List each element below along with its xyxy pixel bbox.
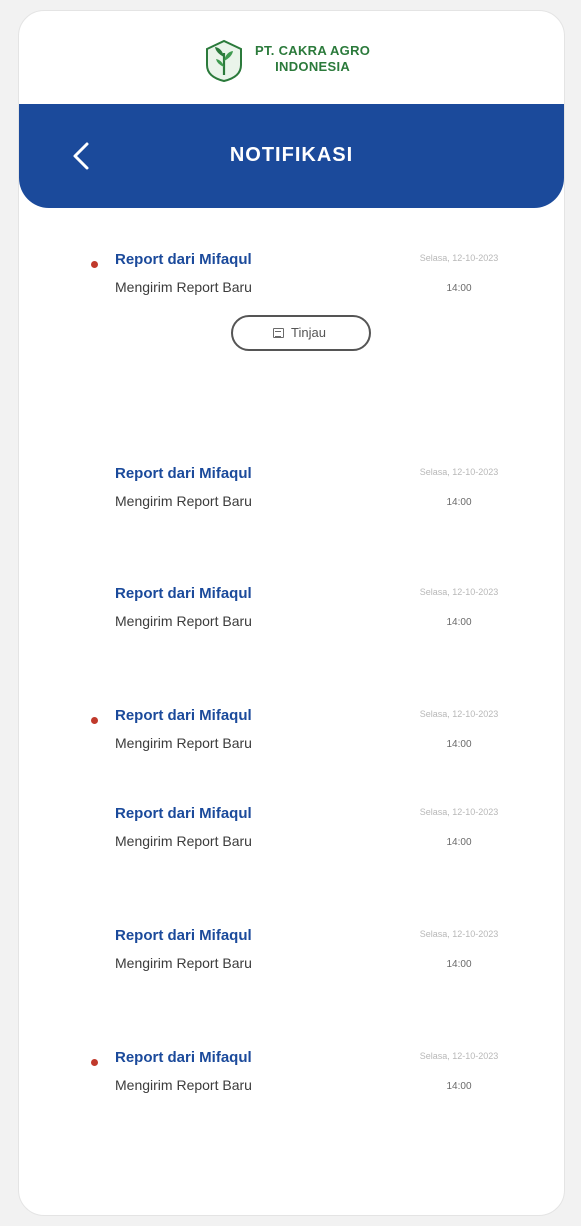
notification-date: Selasa, 12-10-2023 (419, 709, 499, 719)
notification-item[interactable]: Report dari Mifaqul Mengirim Report Baru S… (19, 583, 564, 653)
notification-date: Selasa, 12-10-2023 (419, 587, 499, 597)
notification-message: Mengirim Report Baru (115, 493, 252, 509)
view-button-label: Tinjau (291, 325, 326, 340)
notification-time: 14:00 (446, 617, 472, 628)
notification-item[interactable]: Report dari Mifaqul Mengirim Report Baru S… (19, 1047, 564, 1117)
leaf-logo-icon (199, 35, 249, 85)
notification-title: Report dari Mifaqul (115, 707, 252, 724)
unread-indicator (91, 1059, 98, 1066)
notification-date: Selasa, 12-10-2023 (419, 467, 499, 477)
document-icon (273, 328, 284, 338)
notification-date: Selasa, 12-10-2023 (419, 253, 499, 263)
notification-message: Mengirim Report Baru (115, 279, 252, 295)
notification-message: Mengirim Report Baru (115, 833, 252, 849)
notification-message: Mengirim Report Baru (115, 1077, 252, 1093)
notification-message: Mengirim Report Baru (115, 735, 252, 751)
notification-title: Report dari Mifaqul (115, 1049, 252, 1066)
notification-date: Selasa, 12-10-2023 (419, 807, 499, 817)
notification-date: Selasa, 12-10-2023 (419, 929, 499, 939)
notification-item[interactable]: Report dari Mifaqul Mengirim Report Baru S… (19, 463, 564, 533)
brand-name: PT. CAKRA AGRO INDONESIA (255, 43, 370, 75)
unread-indicator (91, 717, 98, 724)
page-header: NOTIFIKASI (19, 104, 564, 208)
brand-line-1: PT. CAKRA AGRO (255, 43, 371, 58)
notification-message: Mengirim Report Baru (115, 613, 252, 629)
notification-time: 14:00 (446, 739, 472, 750)
notification-time: 14:00 (446, 959, 472, 970)
page-title: NOTIFIKASI (229, 144, 354, 166)
notification-item[interactable]: Report dari Mifaqul Mengirim Report Baru S… (19, 249, 564, 319)
notification-item[interactable]: Report dari Mifaqul Mengirim Report Baru S… (19, 705, 564, 775)
notification-title: Report dari Mifaqul (115, 251, 252, 268)
brand-line-2: INDONESIA (275, 59, 351, 74)
notification-time: 14:00 (446, 283, 472, 294)
notification-item[interactable]: Report dari Mifaqul Mengirim Report Baru S… (19, 925, 564, 995)
notification-time: 14:00 (446, 497, 472, 508)
view-report-button[interactable]: Tinjau (231, 315, 371, 351)
notification-item[interactable]: Report dari Mifaqul Mengirim Report Baru S… (19, 803, 564, 873)
notification-date: Selasa, 12-10-2023 (419, 1051, 499, 1061)
notification-time: 14:00 (446, 837, 472, 848)
notification-title: Report dari Mifaqul (115, 805, 252, 822)
notification-message: Mengirim Report Baru (115, 955, 252, 971)
unread-indicator (91, 261, 98, 268)
brand-header: PT. CAKRA AGRO INDONESIA (19, 11, 564, 103)
notification-title: Report dari Mifaqul (115, 585, 252, 602)
phone-frame: PT. CAKRA AGRO INDONESIA NOTIFIKASI Repo… (18, 10, 565, 1216)
notification-title: Report dari Mifaqul (115, 465, 252, 482)
notification-time: 14:00 (446, 1081, 472, 1092)
notification-title: Report dari Mifaqul (115, 927, 252, 944)
